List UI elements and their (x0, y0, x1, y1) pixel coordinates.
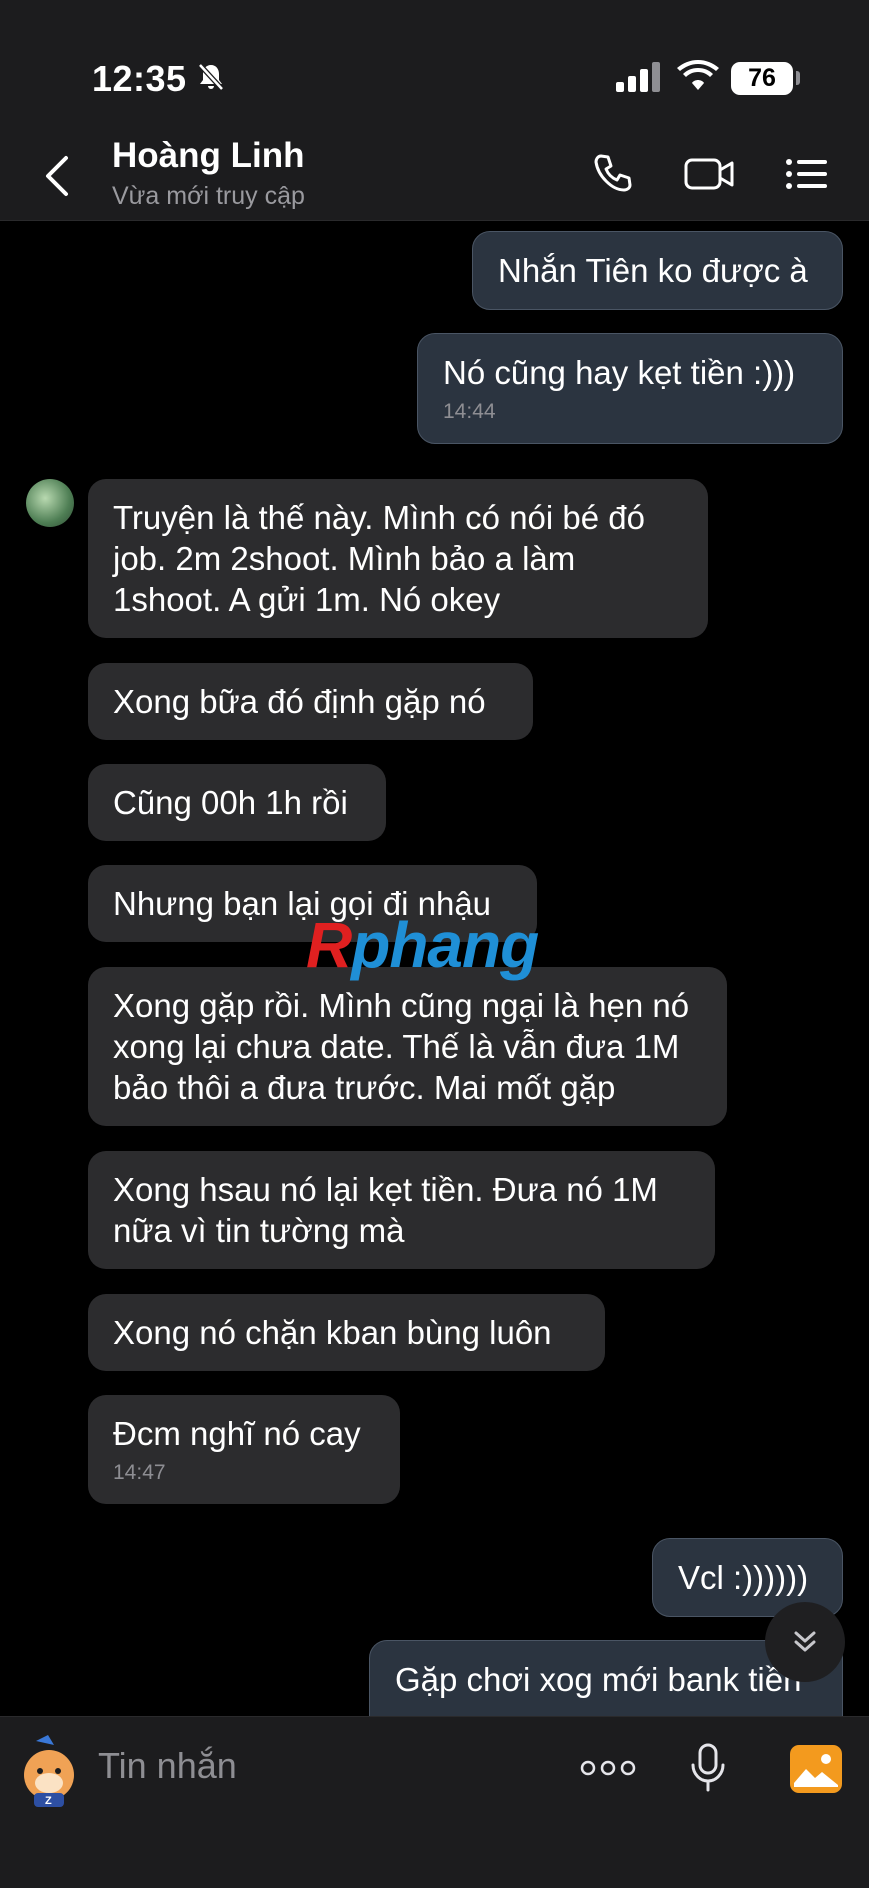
message-text: Xong bữa đó định gặp nó (113, 683, 486, 720)
mic-icon[interactable] (690, 1743, 726, 1793)
message-text: Xong gặp rồi. Mình cũng ngại là hẹn nó x… (113, 987, 690, 1106)
message-text: Cũng 00h 1h rồi (113, 784, 348, 821)
message-text: Xong nó chặn kban bùng luôn (113, 1314, 552, 1351)
phone-icon[interactable] (592, 152, 636, 196)
scroll-down-button[interactable] (765, 1602, 845, 1682)
bell-slash-icon (198, 63, 224, 91)
message-text: Vcl :)))))) (678, 1559, 809, 1596)
status-bar: 12:35 76 (0, 0, 869, 130)
message-time: 14:44 (443, 400, 496, 423)
video-icon[interactable] (684, 152, 736, 196)
message-bubble[interactable]: Cũng 00h 1h rồi (88, 764, 386, 841)
message-bubble[interactable]: Xong hsau nó lại kẹt tiền. Đưa nó 1M nữa… (88, 1151, 715, 1269)
message-bubble[interactable]: Truyện là thế này. Mình có nói bé đó job… (88, 479, 708, 638)
sticker-icon[interactable]: Z (14, 1733, 84, 1813)
message-bubble[interactable]: Xong gặp rồi. Mình cũng ngại là hẹn nó x… (88, 967, 727, 1126)
message-text: Truyện là thế này. Mình có nói bé đó job… (113, 499, 645, 618)
more-dots-icon[interactable] (580, 1759, 636, 1777)
avatar[interactable] (26, 479, 74, 527)
signal-icon (616, 62, 660, 92)
message-bubble[interactable]: Đcm nghĩ nó cay 14:47 (88, 1395, 400, 1504)
message-text: Xong hsau nó lại kẹt tiền. Đưa nó 1M nữa… (113, 1171, 658, 1249)
back-chevron-icon[interactable] (42, 154, 72, 198)
status-time: 12:35 (92, 58, 187, 99)
battery-tip (796, 71, 800, 85)
message-bubble[interactable]: Nó cũng hay kẹt tiền :))) 14:44 (417, 333, 843, 444)
message-bubble[interactable]: Xong nó chặn kban bùng luôn (88, 1294, 605, 1371)
chat-header: Hoàng Linh Vừa mới truy cập (0, 130, 869, 221)
menu-icon[interactable] (785, 152, 829, 196)
contact-name[interactable]: Hoàng Linh (112, 136, 304, 176)
message-input[interactable]: Tin nhắn (98, 1745, 237, 1787)
message-composer: Z Tin nhắn (0, 1716, 869, 1888)
contact-status: Vừa mới truy cập (112, 182, 305, 210)
message-text: Nó cũng hay kẹt tiền :))) (443, 354, 796, 391)
battery-indicator: 76 (731, 62, 793, 95)
wifi-icon (677, 60, 719, 90)
message-bubble[interactable]: Nhắn Tiên ko được à (472, 231, 843, 310)
message-time: 14:47 (113, 1461, 166, 1484)
message-bubble[interactable]: Xong bữa đó định gặp nó (88, 663, 533, 740)
message-text: Gặp chơi xog mới bank tiền (395, 1661, 802, 1698)
svg-text:Z: Z (45, 1795, 52, 1807)
watermark-logo: Rphang (306, 909, 539, 981)
message-text: Đcm nghĩ nó cay (113, 1415, 361, 1452)
message-text: Nhắn Tiên ko được à (498, 252, 808, 289)
chevron-double-down-icon (794, 1631, 816, 1652)
image-icon[interactable] (790, 1745, 842, 1793)
